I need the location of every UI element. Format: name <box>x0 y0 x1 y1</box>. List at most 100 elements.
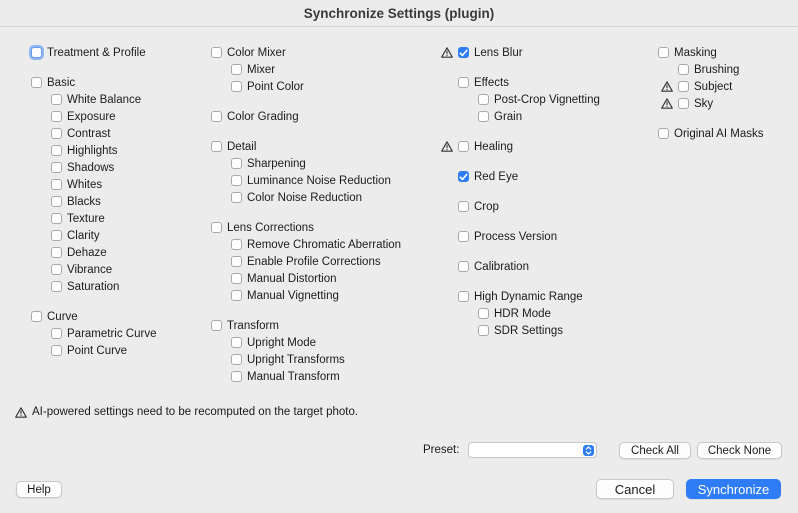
checkbox-remove-chromatic-aberration[interactable] <box>231 239 242 250</box>
option-enable-profile-corrections[interactable]: Enable Profile Corrections <box>211 253 401 270</box>
option-whites[interactable]: Whites <box>31 176 156 193</box>
checkbox-highlights[interactable] <box>51 145 62 156</box>
checkbox-effects[interactable] <box>458 77 469 88</box>
option-contrast[interactable]: Contrast <box>31 125 156 142</box>
checkbox-clarity[interactable] <box>51 230 62 241</box>
option-clarity[interactable]: Clarity <box>31 227 156 244</box>
option-lens-blur[interactable]: Lens Blur <box>441 44 600 61</box>
option-grain[interactable]: Grain <box>458 108 600 125</box>
checkbox-process-version[interactable] <box>458 231 469 242</box>
option-crop[interactable]: Crop <box>458 198 600 215</box>
synchronize-button[interactable]: Synchronize <box>686 479 781 499</box>
option-luminance-noise-reduction[interactable]: Luminance Noise Reduction <box>211 172 401 189</box>
option-upright-transforms[interactable]: Upright Transforms <box>211 351 401 368</box>
option-transform[interactable]: Transform <box>211 317 401 334</box>
cancel-button[interactable]: Cancel <box>596 479 674 499</box>
option-mixer[interactable]: Mixer <box>211 61 401 78</box>
checkbox-high-dynamic-range[interactable] <box>458 291 469 302</box>
checkbox-mixer[interactable] <box>231 64 242 75</box>
option-dehaze[interactable]: Dehaze <box>31 244 156 261</box>
option-upright-mode[interactable]: Upright Mode <box>211 334 401 351</box>
checkbox-exposure[interactable] <box>51 111 62 122</box>
checkbox-transform[interactable] <box>211 320 222 331</box>
option-healing[interactable]: Healing <box>441 138 600 155</box>
checkbox-grain[interactable] <box>478 111 489 122</box>
checkbox-treatment-profile[interactable] <box>31 47 42 58</box>
check-none-button[interactable]: Check None <box>697 442 782 459</box>
checkbox-basic[interactable] <box>31 77 42 88</box>
checkbox-sky[interactable] <box>678 98 689 109</box>
option-lens-corrections[interactable]: Lens Corrections <box>211 219 401 236</box>
checkbox-subject[interactable] <box>678 81 689 92</box>
option-saturation[interactable]: Saturation <box>31 278 156 295</box>
option-manual-distortion[interactable]: Manual Distortion <box>211 270 401 287</box>
checkbox-blacks[interactable] <box>51 196 62 207</box>
option-sky[interactable]: Sky <box>658 95 763 112</box>
checkbox-sdr-settings[interactable] <box>478 325 489 336</box>
checkbox-enable-profile-corrections[interactable] <box>231 256 242 267</box>
checkbox-calibration[interactable] <box>458 261 469 272</box>
option-manual-transform[interactable]: Manual Transform <box>211 368 401 385</box>
checkbox-healing[interactable] <box>458 141 469 152</box>
option-subject[interactable]: Subject <box>658 78 763 95</box>
option-masking[interactable]: Masking <box>658 44 763 61</box>
option-brushing[interactable]: Brushing <box>658 61 763 78</box>
checkbox-hdr-mode[interactable] <box>478 308 489 319</box>
option-treatment-profile[interactable]: Treatment & Profile <box>31 44 156 61</box>
option-shadows[interactable]: Shadows <box>31 159 156 176</box>
checkbox-lens-blur[interactable] <box>458 47 469 58</box>
checkbox-detail[interactable] <box>211 141 222 152</box>
option-calibration[interactable]: Calibration <box>458 258 600 275</box>
option-original-ai-masks[interactable]: Original AI Masks <box>658 125 763 142</box>
checkbox-color-mixer[interactable] <box>211 47 222 58</box>
option-high-dynamic-range[interactable]: High Dynamic Range <box>458 288 600 305</box>
checkbox-red-eye[interactable] <box>458 171 469 182</box>
checkbox-contrast[interactable] <box>51 128 62 139</box>
option-basic[interactable]: Basic <box>31 74 156 91</box>
checkbox-masking[interactable] <box>658 47 669 58</box>
checkbox-saturation[interactable] <box>51 281 62 292</box>
option-red-eye[interactable]: Red Eye <box>458 168 600 185</box>
checkbox-luminance-noise-reduction[interactable] <box>231 175 242 186</box>
option-parametric-curve[interactable]: Parametric Curve <box>31 325 156 342</box>
checkbox-point-curve[interactable] <box>51 345 62 356</box>
option-color-grading[interactable]: Color Grading <box>211 108 401 125</box>
option-point-color[interactable]: Point Color <box>211 78 401 95</box>
checkbox-manual-transform[interactable] <box>231 371 242 382</box>
option-color-noise-reduction[interactable]: Color Noise Reduction <box>211 189 401 206</box>
preset-select[interactable] <box>468 442 597 458</box>
checkbox-texture[interactable] <box>51 213 62 224</box>
option-blacks[interactable]: Blacks <box>31 193 156 210</box>
checkbox-manual-vignetting[interactable] <box>231 290 242 301</box>
option-curve[interactable]: Curve <box>31 308 156 325</box>
checkbox-lens-corrections[interactable] <box>211 222 222 233</box>
checkbox-manual-distortion[interactable] <box>231 273 242 284</box>
checkbox-color-noise-reduction[interactable] <box>231 192 242 203</box>
checkbox-vibrance[interactable] <box>51 264 62 275</box>
checkbox-curve[interactable] <box>31 311 42 322</box>
checkbox-original-ai-masks[interactable] <box>658 128 669 139</box>
option-effects[interactable]: Effects <box>458 74 600 91</box>
checkbox-dehaze[interactable] <box>51 247 62 258</box>
checkbox-sharpening[interactable] <box>231 158 242 169</box>
option-sharpening[interactable]: Sharpening <box>211 155 401 172</box>
checkbox-upright-mode[interactable] <box>231 337 242 348</box>
option-white-balance[interactable]: White Balance <box>31 91 156 108</box>
option-color-mixer[interactable]: Color Mixer <box>211 44 401 61</box>
option-process-version[interactable]: Process Version <box>458 228 600 245</box>
checkbox-shadows[interactable] <box>51 162 62 173</box>
option-exposure[interactable]: Exposure <box>31 108 156 125</box>
option-remove-chromatic-aberration[interactable]: Remove Chromatic Aberration <box>211 236 401 253</box>
option-texture[interactable]: Texture <box>31 210 156 227</box>
option-point-curve[interactable]: Point Curve <box>31 342 156 359</box>
checkbox-upright-transforms[interactable] <box>231 354 242 365</box>
option-sdr-settings[interactable]: SDR Settings <box>458 322 600 339</box>
checkbox-point-color[interactable] <box>231 81 242 92</box>
checkbox-color-grading[interactable] <box>211 111 222 122</box>
checkbox-brushing[interactable] <box>678 64 689 75</box>
option-manual-vignetting[interactable]: Manual Vignetting <box>211 287 401 304</box>
option-highlights[interactable]: Highlights <box>31 142 156 159</box>
option-hdr-mode[interactable]: HDR Mode <box>458 305 600 322</box>
option-detail[interactable]: Detail <box>211 138 401 155</box>
checkbox-whites[interactable] <box>51 179 62 190</box>
